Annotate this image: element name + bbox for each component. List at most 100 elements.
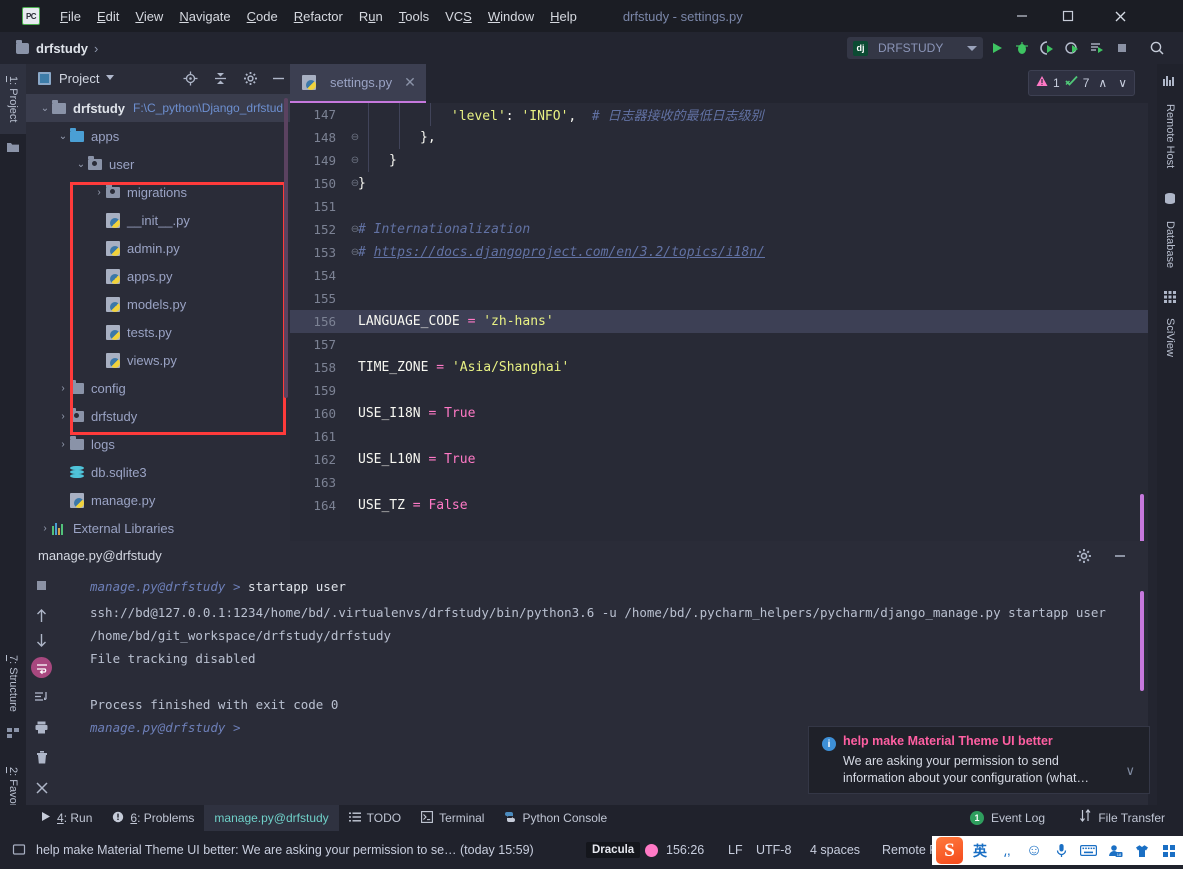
sciview-icon[interactable] [1163,290,1177,304]
debug-icon[interactable] [1012,38,1032,58]
menu-tools[interactable]: Tools [391,6,437,27]
file-transfer-button[interactable]: File Transfer [1079,805,1165,831]
chevron-right-icon[interactable]: › [92,187,106,198]
indent-setting[interactable]: 4 spaces [810,843,860,857]
scroll-to-end-icon[interactable] [33,689,50,706]
close-icon[interactable] [33,779,50,796]
user-icon[interactable]: 18 [1105,844,1125,858]
bottom-tab-run[interactable]: 4: Run [30,805,102,831]
menu-help[interactable]: Help [542,6,585,27]
editor-text-area[interactable]: 147'level': 'INFO', # 日志器接收的最低日志级别 148 ⊖},… [290,103,1148,541]
trash-icon[interactable] [33,749,50,766]
apps-icon[interactable] [1159,844,1179,858]
ime-emoji-icon[interactable]: ☺ [1024,842,1044,860]
ime-toolbar[interactable]: S 英 ⸲, ☺ 18 [932,836,1183,865]
skin-icon[interactable] [1132,844,1152,858]
locate-icon[interactable] [182,70,198,86]
tree-node-config[interactable]: › config [26,374,290,402]
code-line-163[interactable]: 163 [290,471,1148,494]
status-message[interactable]: help make Material Theme UI better: We a… [36,843,534,857]
tree-node-logs[interactable]: › logs [26,430,290,458]
tree-node-models-py[interactable]: models.py [26,290,290,318]
chevron-right-icon[interactable]: › [56,439,70,450]
chevron-right-icon[interactable]: › [56,383,70,394]
tree-node-tests-py[interactable]: tests.py [26,318,290,346]
run-icon[interactable] [987,38,1007,58]
menu-refactor[interactable]: Refactor [286,6,351,27]
sidebar-item-structure[interactable]: 7: Structure [0,644,26,722]
remote-host-icon[interactable] [1163,74,1177,86]
tree-node-external-libraries[interactable]: › External Libraries [26,514,290,542]
code-line-148[interactable]: 148 ⊖}, [290,126,1148,149]
file-encoding[interactable]: UTF-8 [756,843,791,857]
menu-edit[interactable]: Edit [89,6,127,27]
code-line-149[interactable]: 149 ⊖} [290,149,1148,172]
code-line-162[interactable]: 162 USE_L10N = True [290,448,1148,471]
ime-punctuation-icon[interactable]: ⸲, [997,841,1017,860]
bottom-tab-terminal[interactable]: Terminal [411,805,494,831]
close-icon[interactable]: ✕ [404,74,416,91]
maximize-button[interactable] [1045,0,1091,32]
code-line-159[interactable]: 159 [290,379,1148,402]
down-icon[interactable] [33,632,50,649]
gear-icon[interactable] [1076,548,1092,564]
code-fold-icon[interactable]: ⊖ [350,224,360,235]
notification-balloon[interactable]: i help make Material Theme UI better We … [808,726,1150,794]
chevron-down-icon[interactable]: ⌄ [74,159,88,170]
ime-language-icon[interactable]: 英 [970,841,990,861]
bottom-tab-python-console[interactable]: Python Console [494,805,617,831]
stop-icon[interactable] [1112,38,1132,58]
caret-position[interactable]: 156:26 [666,843,704,857]
code-line-157[interactable]: 157 [290,333,1148,356]
bottom-tab-todo[interactable]: TODO [339,805,411,831]
project-scrollbar[interactable] [284,98,288,398]
chevron-right-icon[interactable]: › [56,411,70,422]
sidebar-item-database[interactable]: Database [1157,210,1183,280]
tree-node-apps[interactable]: ⌄ apps [26,122,290,150]
code-line-160[interactable]: 160 USE_I18N = True [290,402,1148,425]
menu-file[interactable]: File [52,6,89,27]
gear-icon[interactable] [242,70,258,86]
code-line-158[interactable]: 158 TIME_ZONE = 'Asia/Shanghai' [290,356,1148,379]
chevron-down-icon[interactable] [105,69,115,87]
chevron-down-icon[interactable]: ⌄ [38,103,52,114]
previous-highlight-button[interactable]: ∧ [1098,76,1107,90]
keyboard-icon[interactable] [1078,844,1098,857]
run-with-coverage-icon[interactable] [1037,38,1057,58]
collapse-all-icon[interactable] [212,70,228,86]
profile-icon[interactable] [1062,38,1082,58]
sidebar-item-remote-host[interactable]: Remote Host [1157,90,1183,182]
inspection-widget[interactable]: 1 7 ∧ ∨ [1028,70,1135,96]
sidebar-item-sciview[interactable]: SciView [1157,308,1183,366]
tree-node-apps-py[interactable]: apps.py [26,262,290,290]
chevron-down-icon[interactable]: ∨ [1125,763,1135,779]
code-line-152[interactable]: 152 ⊖ # Internationalization [290,218,1148,241]
menu-run[interactable]: Run [351,6,391,27]
bottom-tab-manage-py[interactable]: manage.py@drfstudy [204,805,339,831]
balloon-icon[interactable] [12,843,26,857]
code-fold-icon[interactable]: ⊖ [350,155,360,166]
console-scrollbar-thumb[interactable] [1140,591,1144,691]
menu-vcs[interactable]: VCS [437,6,480,27]
sidebar-item-project[interactable]: 1: Project [0,64,26,134]
code-line-151[interactable]: 151 [290,195,1148,218]
mic-icon[interactable] [1051,843,1071,858]
structure-icon[interactable] [6,726,20,740]
code-line-155[interactable]: 155 [290,287,1148,310]
event-log-button[interactable]: 1 Event Log [969,805,1045,831]
editor-scrollbar-thumb[interactable] [1140,494,1144,544]
chevron-right-icon[interactable]: › [38,523,52,534]
code-line-147[interactable]: 147 'level': 'INFO', # 日志器接收的最低日志级别 [290,103,1148,126]
run-with-console-icon[interactable] [1087,38,1107,58]
theme-indicator[interactable]: Dracula [586,842,641,858]
menu-navigate[interactable]: Navigate [171,6,238,27]
code-fold-icon[interactable]: ⊖ [350,178,360,189]
soft-wrap-icon[interactable] [31,657,52,678]
sogou-logo-icon[interactable]: S [936,837,963,864]
code-line-153[interactable]: 153 ⊖ # https://docs.djangoproject.com/en/… [290,241,1148,264]
tree-node---init---py[interactable]: __init__.py [26,206,290,234]
bottom-tab-problems[interactable]: 6: Problems [102,805,204,831]
line-separator[interactable]: LF [728,843,743,857]
menu-view[interactable]: View [127,6,171,27]
run-configuration-selector[interactable]: dj DRFSTUDY [847,37,983,59]
